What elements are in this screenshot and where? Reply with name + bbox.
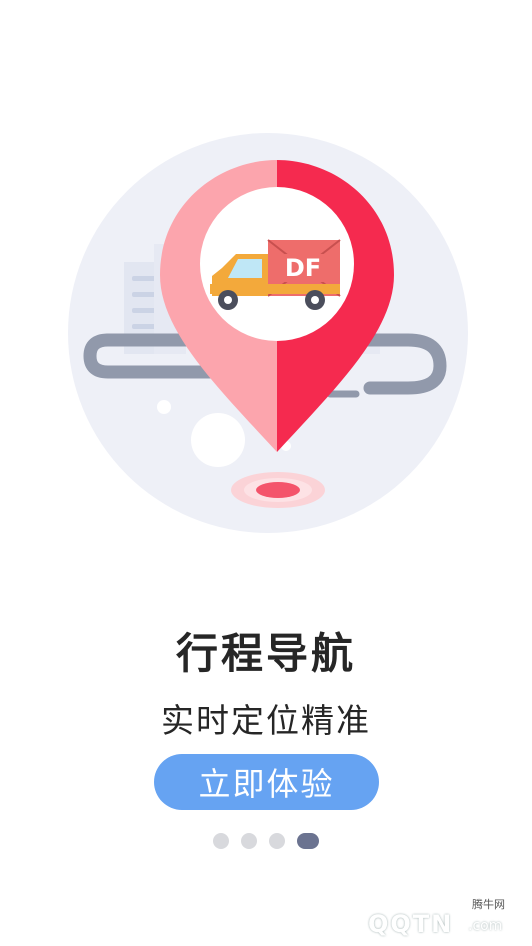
page-subtitle: 实时定位精准 [161,701,371,740]
watermark-cn-name: 腾牛网 [472,898,505,911]
decor-bubble-small [157,400,171,414]
page-dot-2[interactable] [241,833,257,849]
page-indicator [0,833,532,849]
watermark-site: QQTN [368,910,454,938]
page-dot-4-active[interactable] [297,833,319,849]
page-title: 行程导航 [175,629,356,678]
decor-bubble-large [191,413,245,467]
watermark-tld: .com [468,918,503,934]
pin-ground-shadow [231,472,325,508]
truck-badge-text: DF [285,254,321,282]
start-experience-button[interactable]: 立即体验 [154,754,379,810]
site-watermark: QQTN .com 腾牛网 [324,896,524,940]
page-dot-1[interactable] [213,833,229,849]
page-dot-3[interactable] [269,833,285,849]
onboarding-illustration: DF [68,133,468,533]
